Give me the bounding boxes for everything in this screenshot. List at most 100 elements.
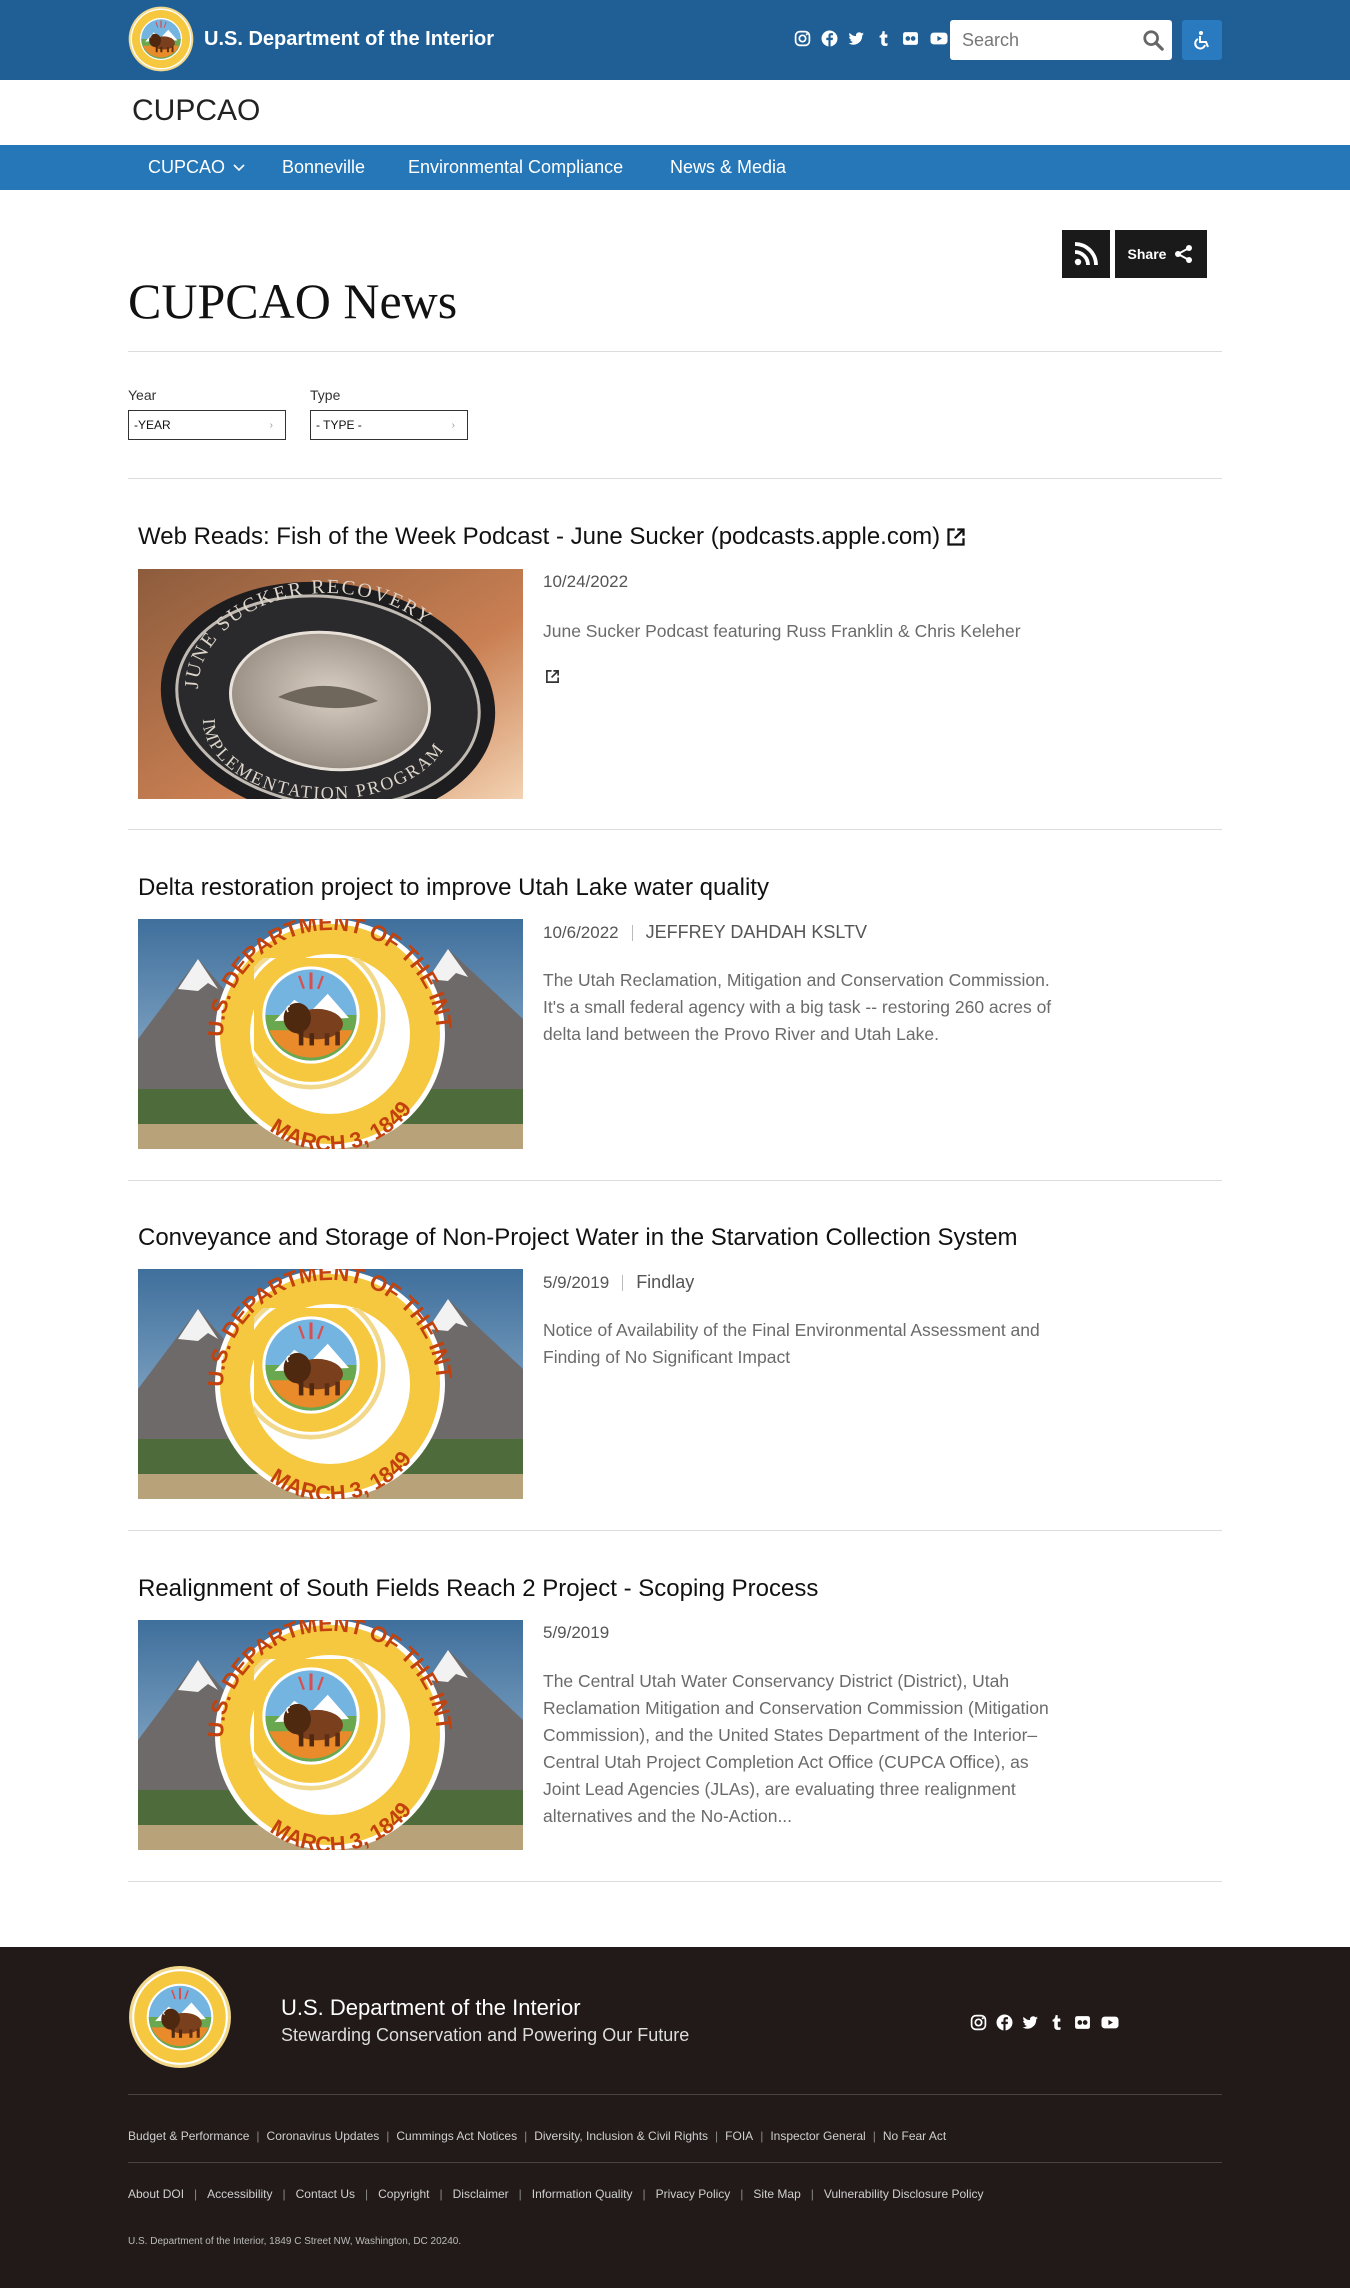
nav-item-environmental-compliance[interactable]: Environmental Compliance [408, 157, 623, 178]
article-meta: 10/24/2022 [543, 572, 628, 592]
facebook-icon[interactable] [821, 30, 838, 47]
footer-link[interactable]: Disclaimer [453, 2187, 509, 2201]
meta-separator [631, 924, 633, 941]
footer-link[interactable]: No Fear Act [883, 2129, 946, 2143]
footer-link[interactable]: Budget & Performance [128, 2129, 249, 2143]
social-links [794, 30, 949, 47]
divider [128, 1180, 1222, 1181]
article-image[interactable]: U.S. DEPARTMENT OF THE INTERIOR MARCH 3,… [138, 1620, 523, 1850]
chevron-down-icon [233, 163, 245, 171]
external-link-icon[interactable] [545, 669, 560, 684]
article-image[interactable]: U.S. DEPARTMENT OF THE INTERIOR MARCH 3,… [138, 1269, 523, 1499]
nav-item-bonneville[interactable]: Bonneville [282, 157, 365, 178]
article-image[interactable]: U.S. DEPARTMENT OF THE INTERIOR MARCH 3,… [138, 919, 523, 1149]
nav-item-label: News & Media [670, 157, 787, 177]
year-select[interactable]: -YEAR › [128, 410, 286, 440]
link-separator: | [740, 2187, 744, 2201]
external-link-icon [946, 527, 966, 547]
article-meta: 5/9/2019 [543, 1623, 609, 1643]
accessibility-icon [1194, 31, 1209, 50]
article-author: JEFFREY DAHDAH KSLTV [645, 922, 868, 942]
footer-link[interactable]: Vulnerability Disclosure Policy [824, 2187, 984, 2201]
nav-item-cupcao[interactable]: CUPCAO [148, 157, 245, 178]
article-title: Web Reads: Fish of the Week Podcast - Ju… [138, 523, 941, 550]
subsite-title-link[interactable]: CUPCAO [132, 94, 260, 128]
doi-seal-mountains: U.S. DEPARTMENT OF THE INTERIOR MARCH 3,… [138, 1620, 523, 1850]
site-name-link[interactable]: U.S. Department of the Interior [204, 28, 494, 51]
article-title: Realignment of South Fields Reach 2 Proj… [138, 1575, 819, 1602]
search-icon[interactable] [1142, 29, 1164, 51]
link-separator: | [439, 2187, 443, 2201]
share-label: Share [1127, 246, 1167, 262]
chevron-down-icon: › [451, 420, 455, 431]
footer-link[interactable]: Privacy Policy [656, 2187, 731, 2201]
footer-link[interactable]: Accessibility [207, 2187, 272, 2201]
divider [128, 351, 1222, 352]
footer-address: U.S. Department of the Interior, 1849 C … [128, 2236, 462, 2247]
youtube-icon[interactable] [1100, 2014, 1120, 2031]
type-select-value: - TYPE - [316, 418, 362, 432]
link-separator: | [386, 2129, 390, 2143]
article-meta: 5/9/2019 Findlay [543, 1272, 694, 1293]
footer-link[interactable]: Site Map [753, 2187, 800, 2201]
article-title: Delta restoration project to improve Uta… [138, 874, 769, 901]
site-footer: U.S. Department of the Interior Stewardi… [0, 1947, 1350, 2288]
type-select[interactable]: - TYPE - › [310, 410, 468, 440]
footer-tagline: Stewarding Conservation and Powering Our… [281, 2025, 690, 2045]
flickr-icon[interactable] [1074, 2014, 1091, 2031]
instagram-icon[interactable] [970, 2014, 987, 2031]
article-title-link[interactable]: Web Reads: Fish of the Week Podcast - Ju… [138, 523, 966, 551]
link-separator: | [715, 2129, 719, 2143]
link-separator: | [872, 2129, 876, 2143]
footer-link[interactable]: About DOI [128, 2187, 184, 2201]
footer-link[interactable]: Contact Us [296, 2187, 355, 2201]
article-title-link[interactable]: Delta restoration project to improve Uta… [138, 874, 769, 902]
footer-link[interactable]: Inspector General [770, 2129, 865, 2143]
youtube-icon[interactable] [929, 30, 949, 47]
page-title: CUPCAO News [128, 273, 458, 329]
divider [128, 829, 1222, 830]
article-date: 10/6/2022 [543, 922, 619, 942]
facebook-icon[interactable] [996, 2014, 1013, 2031]
article-title-link[interactable]: Realignment of South Fields Reach 2 Proj… [138, 1575, 818, 1603]
instagram-icon[interactable] [794, 30, 811, 47]
footer-link[interactable]: FOIA [725, 2129, 753, 2143]
tumblr-icon[interactable] [875, 30, 892, 47]
search-input[interactable] [950, 20, 1130, 60]
footer-link[interactable]: Coronavirus Updates [267, 2129, 380, 2143]
article-description: The Central Utah Water Conservancy Distr… [543, 1671, 1049, 1826]
twitter-icon[interactable] [1022, 2014, 1039, 2031]
june-sucker-coin-photo: JUNE SUCKER RECOVERY IMPLEMENTATION PROG… [138, 569, 523, 799]
rss-button[interactable] [1062, 230, 1110, 278]
article-date: 10/24/2022 [543, 572, 629, 591]
article-meta: 10/6/2022 JEFFREY DAHDAH KSLTV [543, 922, 867, 943]
link-separator: | [760, 2129, 764, 2143]
share-button[interactable]: Share [1115, 230, 1207, 278]
article-author: Findlay [636, 1272, 695, 1292]
link-separator: | [524, 2129, 528, 2143]
article-description: June Sucker Podcast featuring Russ Frank… [543, 621, 1021, 641]
footer-link[interactable]: Copyright [378, 2187, 429, 2201]
footer-link[interactable]: Cummings Act Notices [396, 2129, 517, 2143]
search-box [950, 20, 1172, 60]
nav-item-label: Bonneville [282, 157, 366, 177]
meta-separator [622, 1274, 624, 1291]
twitter-icon[interactable] [848, 30, 865, 47]
article-description: The Utah Reclamation, Mitigation and Con… [543, 970, 1052, 1044]
footer-link[interactable]: Information Quality [532, 2187, 633, 2201]
type-filter-label: Type [310, 387, 341, 403]
divider [128, 1881, 1222, 1882]
tumblr-icon[interactable] [1048, 2014, 1065, 2031]
doi-seal-logo[interactable] [128, 6, 194, 72]
article-title-link[interactable]: Conveyance and Storage of Non-Project Wa… [138, 1224, 1018, 1252]
accessibility-button[interactable] [1182, 20, 1222, 60]
article-date: 5/9/2019 [543, 1623, 610, 1642]
doi-seal-logo[interactable] [128, 1965, 232, 2069]
footer-links-primary: Budget & Performance | Coronavirus Updates… [128, 2129, 946, 2143]
footer-link[interactable]: Diversity, Inclusion & Civil Rights [534, 2129, 708, 2143]
subsite-header: CUPCAO [0, 80, 1350, 145]
link-separator: | [282, 2187, 286, 2201]
flickr-icon[interactable] [902, 30, 919, 47]
nav-item-news-media[interactable]: News & Media [670, 157, 786, 178]
article-image[interactable]: JUNE SUCKER RECOVERY IMPLEMENTATION PROG… [138, 569, 523, 799]
